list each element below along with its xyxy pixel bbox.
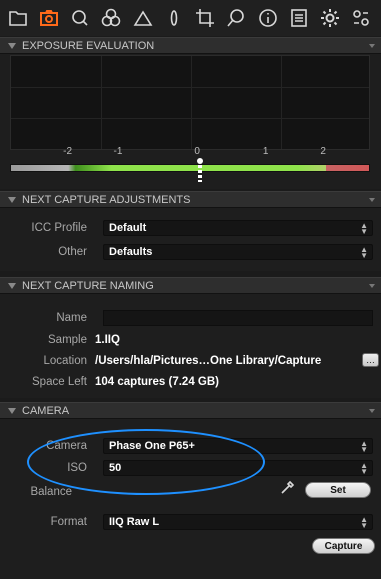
next-capture-naming-header[interactable]: NEXT CAPTURE NAMING [0, 277, 381, 294]
collapse-triangle-icon[interactable] [8, 282, 16, 289]
stepper-arrows-icon: ▲ ▼ [360, 461, 368, 476]
gear-icon[interactable] [319, 6, 342, 31]
location-value: /Users/hla/Pictures…One Library/Capture [95, 355, 322, 367]
location-label: Location [43, 355, 87, 367]
balance-label: Balance [30, 486, 72, 498]
other-value: Defaults [109, 246, 153, 258]
sample-row: Sample 1.IIQ [0, 330, 381, 350]
section-menu-icon[interactable] [369, 197, 375, 202]
space-left-value: 104 captures (7.24 GB) [95, 376, 220, 388]
scale-label: 2 [320, 146, 326, 157]
exposure-evaluation-header[interactable]: EXPOSURE EVALUATION [0, 37, 381, 54]
capture-button[interactable]: Capture [312, 538, 375, 554]
space-left-row: Space Left 104 captures (7.24 GB) [0, 372, 381, 392]
section-title: NEXT CAPTURE ADJUSTMENTS [22, 193, 191, 206]
exposure-indicator [198, 160, 202, 182]
space-left-label: Space Left [32, 376, 87, 388]
collapse-triangle-icon[interactable] [8, 42, 16, 49]
histogram [10, 55, 370, 150]
next-capture-adjustments-header[interactable]: NEXT CAPTURE ADJUSTMENTS [0, 191, 381, 208]
stepper-arrows-icon: ▲ ▼ [360, 221, 368, 236]
stepper-arrows-icon: ▲ ▼ [360, 439, 368, 454]
icc-profile-select[interactable]: Default ▲ ▼ [103, 220, 373, 236]
stepper-arrows-icon: ▲ ▼ [360, 515, 368, 530]
name-label: Name [56, 312, 87, 324]
format-select[interactable]: IIQ Raw L ▲ ▼ [103, 514, 373, 530]
color-icon[interactable] [100, 6, 123, 31]
scale-label: 1 [262, 146, 269, 157]
details-icon[interactable] [225, 6, 248, 31]
section-menu-icon[interactable] [369, 283, 375, 288]
format-label: Format [50, 516, 87, 528]
crop-icon[interactable] [194, 6, 217, 31]
camera-header[interactable]: CAMERA [0, 402, 381, 419]
exposure-scale: -2 -1 0 1 2 [10, 146, 370, 160]
icc-profile-value: Default [109, 222, 147, 234]
collapse-triangle-icon[interactable] [8, 196, 16, 203]
lens-icon[interactable] [162, 6, 185, 31]
highlight-ellipse [27, 429, 265, 495]
exposure-meter-bar [10, 164, 370, 172]
exposure-icon[interactable] [131, 6, 154, 31]
info-icon[interactable] [256, 6, 279, 31]
section-title: CAMERA [22, 404, 70, 417]
section-title: NEXT CAPTURE NAMING [22, 279, 154, 292]
tool-tabs-toolbar [0, 0, 381, 36]
stepper-arrows-icon: ▲ ▼ [360, 245, 368, 260]
name-field[interactable] [103, 310, 373, 326]
other-label: Other [58, 246, 87, 258]
search-icon[interactable] [69, 6, 92, 31]
other-select[interactable]: Defaults ▲ ▼ [103, 244, 373, 260]
set-balance-button[interactable]: Set [305, 482, 371, 498]
folder-icon[interactable] [6, 6, 29, 31]
icc-profile-label: ICC Profile [31, 222, 87, 234]
scale-label: -1 [113, 146, 123, 157]
location-row: Location /Users/hla/Pictures…One Library… [0, 351, 381, 371]
batch-icon[interactable] [350, 6, 373, 31]
output-icon[interactable] [287, 6, 310, 31]
section-menu-icon[interactable] [369, 408, 375, 413]
section-title: EXPOSURE EVALUATION [22, 39, 155, 52]
camera-icon[interactable] [37, 6, 60, 31]
browse-location-button[interactable]: … [362, 353, 379, 367]
format-value: IIQ Raw L [109, 516, 160, 528]
sample-label: Sample [48, 334, 87, 346]
scale-label: 0 [194, 146, 200, 157]
scale-label: -2 [63, 146, 73, 157]
sample-value: 1.IIQ [95, 334, 120, 346]
collapse-triangle-icon[interactable] [8, 407, 16, 414]
eyedropper-icon[interactable] [279, 480, 295, 496]
section-menu-icon[interactable] [369, 43, 375, 48]
